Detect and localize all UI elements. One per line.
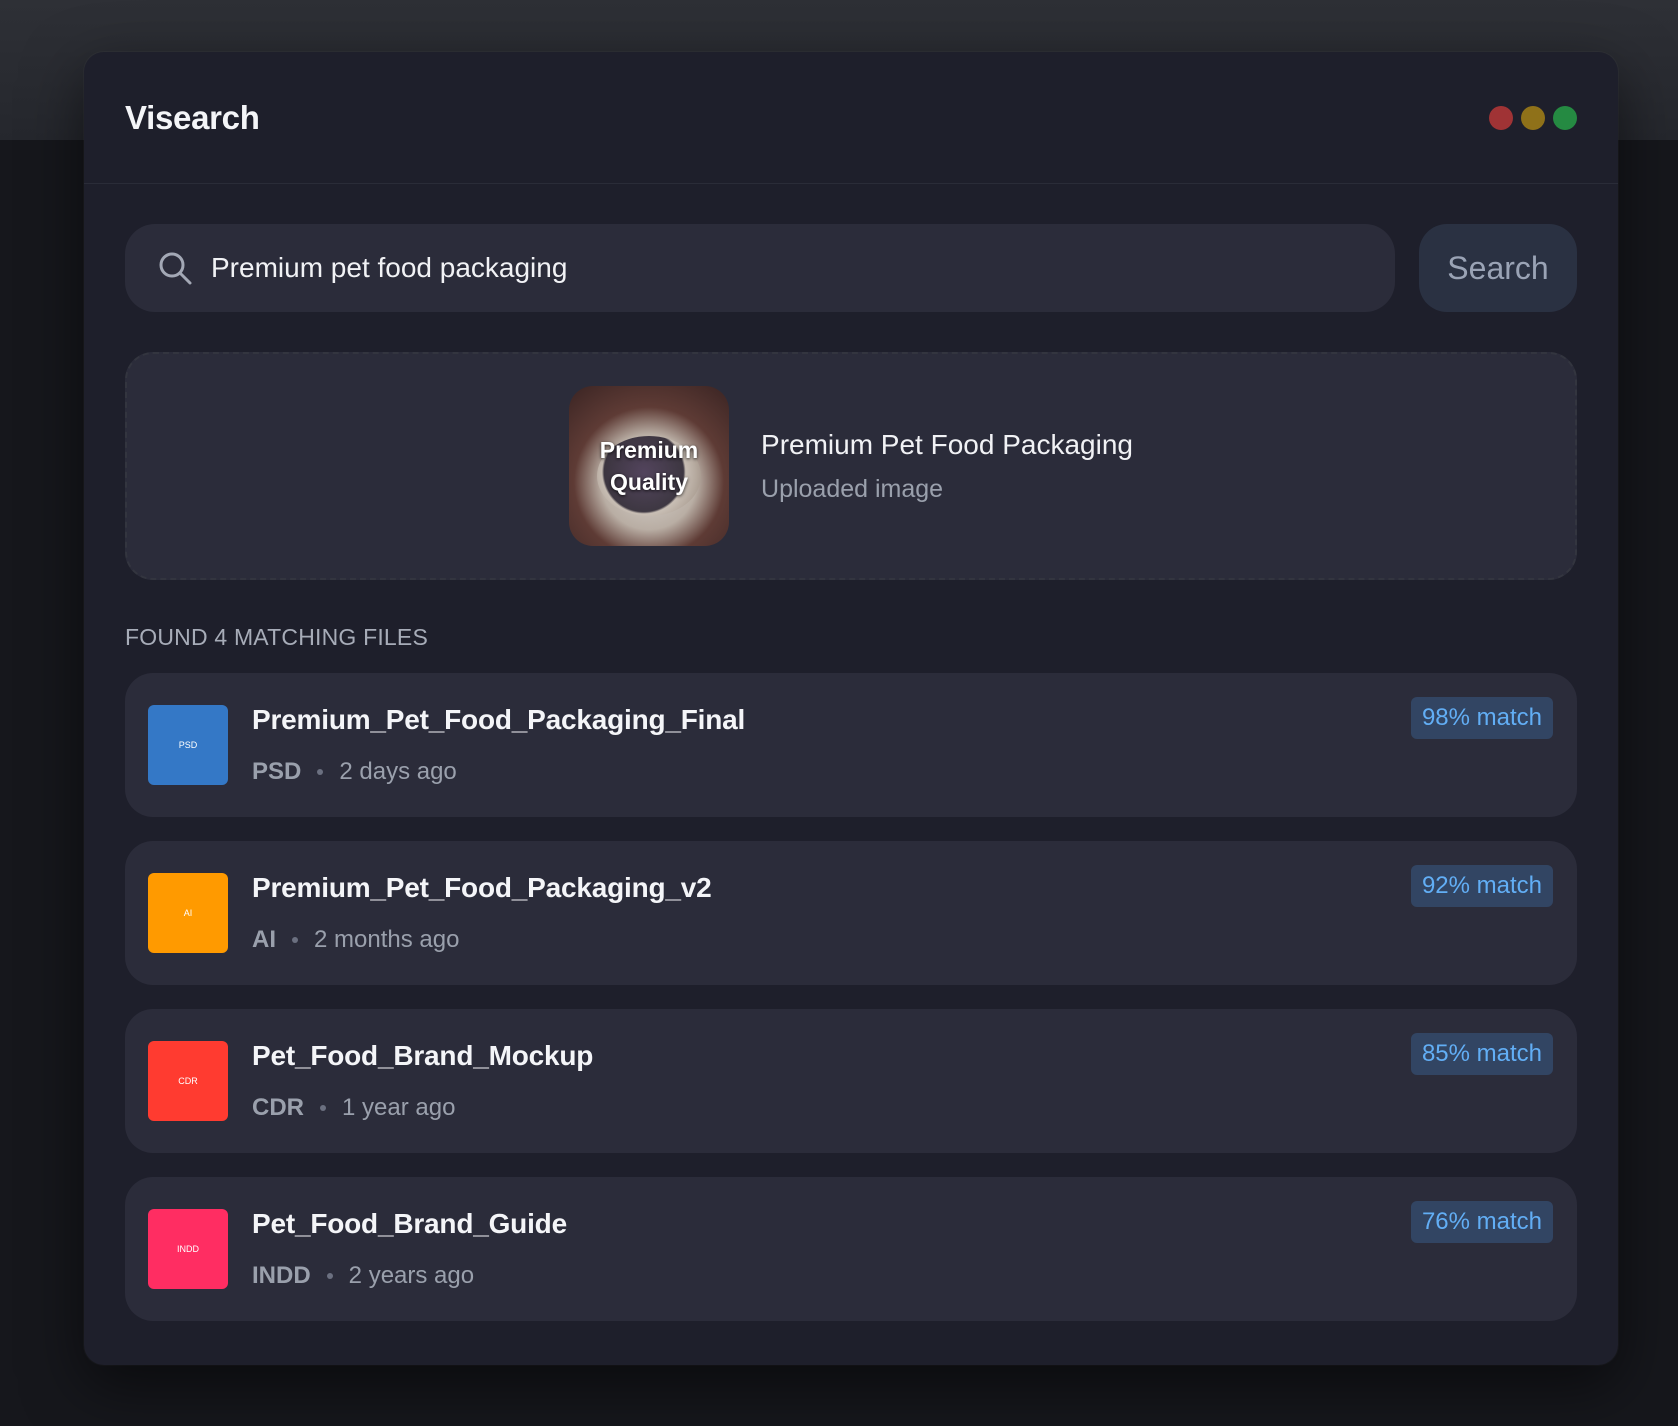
match-badge: 85% match [1410,1033,1553,1075]
file-date: 1 year ago [342,1094,456,1121]
file-date: 2 days ago [339,758,457,785]
cdr-file-icon: CDR [148,1041,228,1121]
result-item[interactable]: PSD Premium_Pet_Food_Packaging_Final PSD… [125,673,1577,817]
upload-subtitle: Uploaded image [761,474,944,503]
file-info: Premium_Pet_Food_Packaging_v2 AI 2 month… [252,872,712,954]
match-badge: 92% match [1410,865,1553,907]
psd-file-icon: PSD [148,705,228,785]
search-box[interactable] [125,224,1395,312]
app-window: Visearch Search Premium Quality [84,52,1618,1365]
separator-dot [320,1105,326,1111]
indd-file-icon: INDD [148,1209,228,1289]
result-item[interactable]: INDD Pet_Food_Brand_Guide INDD 2 years a… [125,1177,1577,1321]
file-info: Premium_Pet_Food_Packaging_Final PSD 2 d… [252,704,745,786]
match-badge: 76% match [1410,1201,1553,1243]
close-window-button[interactable] [1489,105,1513,130]
app-title: Visearch [125,98,260,136]
match-badge: 98% match [1410,697,1553,739]
main-content: Search Premium Quality Premium Pet Food … [84,184,1618,1321]
file-name: Pet_Food_Brand_Mockup [252,1040,594,1071]
file-type: INDD [252,1262,311,1289]
separator-dot [317,769,324,775]
results-list: PSD Premium_Pet_Food_Packaging_Final PSD… [125,673,1577,1321]
minimize-window-button[interactable] [1521,105,1545,130]
uploaded-image-thumbnail: Premium Quality [569,386,730,546]
results-count-header: FOUND 4 MATCHING FILES [125,624,428,650]
maximize-window-button[interactable] [1553,105,1577,130]
file-type: CDR [252,1094,304,1121]
search-input[interactable] [211,252,1363,284]
uploaded-image-panel[interactable]: Premium Quality Premium Pet Food Packagi… [125,352,1577,580]
file-info: Pet_Food_Brand_Guide INDD 2 years ago [252,1208,567,1290]
file-meta: AI 2 months ago [252,926,712,954]
search-icon [159,252,192,285]
upload-info: Premium Pet Food Packaging Uploaded imag… [761,429,1133,504]
thumbnail-text-line2: Quality [610,469,688,495]
separator-dot [292,937,298,943]
file-name: Premium_Pet_Food_Packaging_Final [252,704,746,735]
file-name: Pet_Food_Brand_Guide [252,1208,567,1239]
upload-title: Premium Pet Food Packaging [761,428,1133,460]
search-button[interactable]: Search [1419,224,1577,312]
result-item[interactable]: CDR Pet_Food_Brand_Mockup CDR 1 year ago… [125,1009,1577,1153]
file-info: Pet_Food_Brand_Mockup CDR 1 year ago [252,1040,593,1122]
thumbnail-overlay-text: Premium Quality [600,434,698,498]
result-item[interactable]: AI Premium_Pet_Food_Packaging_v2 AI 2 mo… [125,841,1577,985]
file-name: Premium_Pet_Food_Packaging_v2 [252,872,712,903]
title-bar: Visearch [84,52,1618,184]
file-date: 2 months ago [314,926,460,953]
window-controls [1489,105,1577,130]
file-type: PSD [252,758,302,785]
separator-dot [326,1273,333,1279]
search-bar: Search [125,224,1577,312]
file-meta: CDR 1 year ago [252,1094,593,1122]
thumbnail-text-line1: Premium [599,437,699,463]
file-meta: PSD 2 days ago [252,758,745,786]
file-meta: INDD 2 years ago [252,1262,567,1290]
file-type: AI [252,926,276,953]
ai-file-icon: AI [148,873,228,953]
file-date: 2 years ago [348,1262,475,1289]
